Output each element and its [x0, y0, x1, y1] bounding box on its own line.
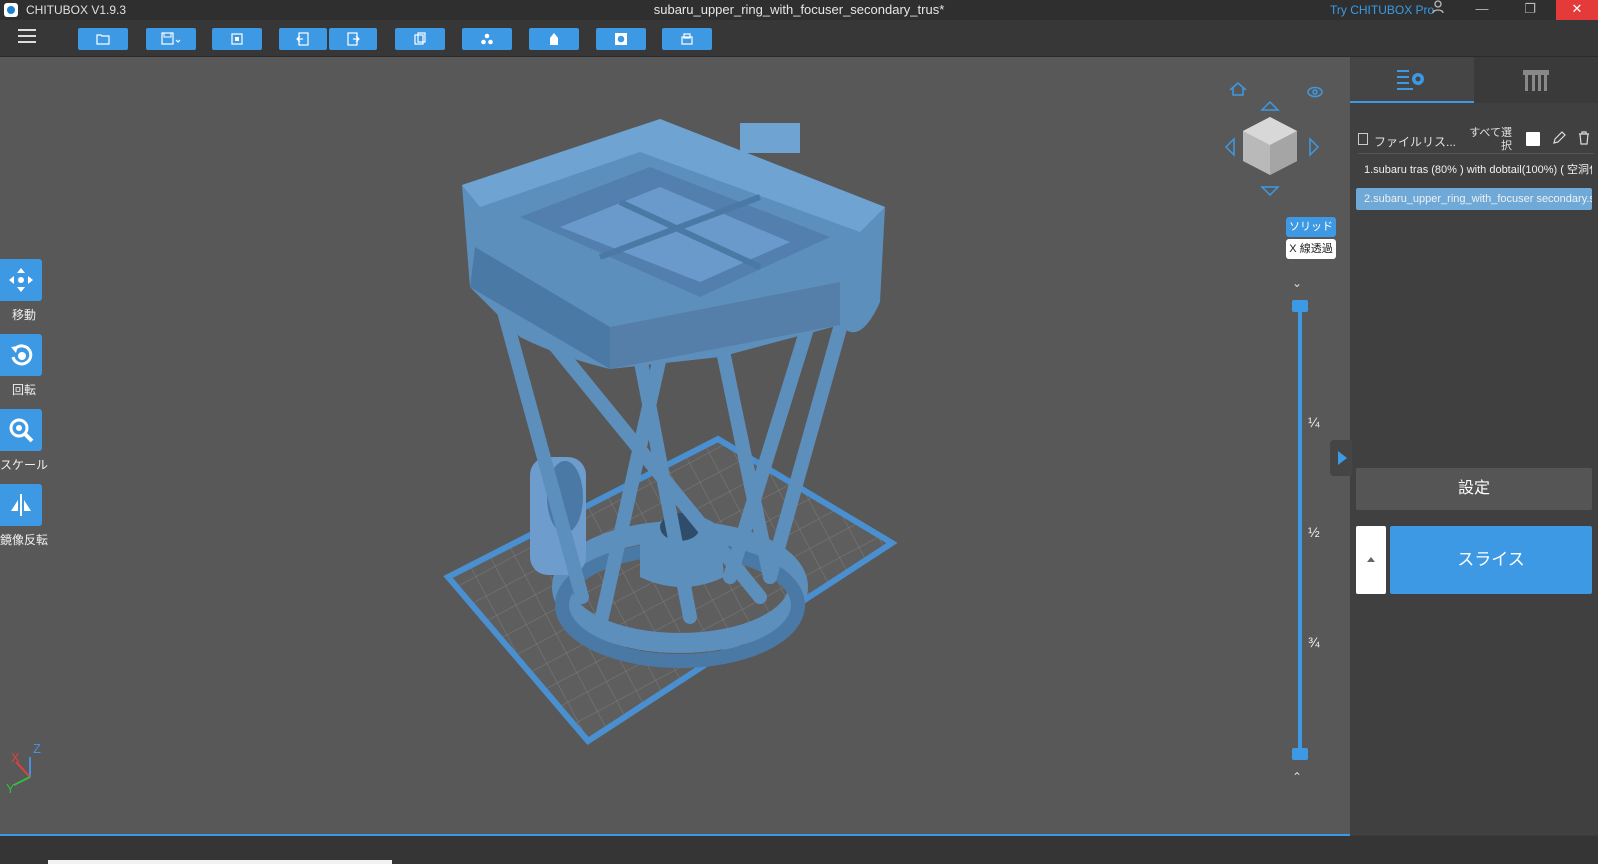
save-button[interactable] — [146, 28, 196, 50]
tab-supports[interactable] — [1474, 57, 1598, 103]
status-progress-field — [48, 860, 392, 864]
svg-text:X: X — [11, 750, 20, 765]
mirror-icon — [11, 494, 31, 516]
slider-tick-three-quarter: ¾ — [1308, 634, 1320, 650]
rotate-icon — [11, 344, 33, 366]
view-cube[interactable] — [1243, 117, 1297, 175]
import-icon — [296, 32, 309, 46]
arrange-button[interactable] — [462, 28, 512, 50]
settings-button[interactable]: 設定 — [1356, 468, 1592, 510]
status-bar — [0, 836, 1598, 864]
export-button[interactable] — [329, 28, 377, 50]
upper-ring — [462, 119, 885, 369]
chevron-down-icon[interactable]: ⌄ — [1292, 276, 1302, 290]
folder-icon — [96, 34, 110, 45]
rotate-label: 回転 — [11, 383, 36, 397]
svg-text:Z: Z — [33, 741, 41, 756]
save-icon — [161, 32, 181, 45]
slider-tick-quarter: ¼ — [1308, 414, 1320, 430]
file-icon — [1358, 133, 1368, 145]
maximize-button[interactable]: ❐ — [1510, 0, 1550, 20]
copy-icon — [414, 32, 426, 45]
xray-view-button[interactable]: X 線透過 — [1286, 239, 1336, 259]
list-gear-icon — [1397, 70, 1424, 90]
auto-layout-button[interactable] — [212, 28, 262, 50]
file-list-header: ファイルリス... すべて選択 — [1358, 127, 1594, 152]
tab-settings[interactable] — [1350, 57, 1474, 103]
import-button[interactable] — [279, 28, 327, 50]
title-bar: CHITUBOX V1.9.3 subaru_upper_ring_with_f… — [0, 0, 1598, 20]
right-panel: ファイルリス... すべて選択 1.subaru tras (80% ) wit… — [1350, 57, 1598, 835]
minimize-button[interactable]: — — [1462, 0, 1502, 20]
support-icon — [550, 33, 558, 45]
model-scene: Z X Y — [6, 82, 1323, 796]
close-button[interactable]: ✕ — [1556, 0, 1598, 20]
export-icon — [347, 32, 360, 46]
hollow-button[interactable] — [596, 28, 646, 50]
scale-icon — [9, 418, 34, 443]
file-row-1[interactable]: 1.subaru tras (80% ) with dobtail(100%) … — [1356, 159, 1592, 181]
move-label: 移動 — [11, 308, 36, 322]
solid-view-button[interactable]: ソリッド — [1286, 217, 1336, 237]
edit-icon[interactable] — [1552, 131, 1566, 145]
3d-viewport[interactable]: Z X Y — [0, 57, 1350, 835]
molecule-icon — [481, 33, 493, 45]
layer-slider-top-handle[interactable] — [1292, 300, 1308, 312]
slice-button[interactable]: スライス — [1390, 526, 1592, 594]
chevron-up-icon[interactable]: ⌃ — [1292, 770, 1302, 784]
trash-icon[interactable] — [1578, 131, 1590, 145]
slider-tick-half: ½ — [1308, 524, 1320, 540]
place-button[interactable] — [662, 28, 712, 50]
select-all-checkbox[interactable] — [1526, 132, 1540, 146]
layer-slider-track[interactable] — [1298, 308, 1302, 754]
panel-tabs — [1350, 57, 1598, 103]
hollow-icon — [615, 33, 627, 45]
toolbar — [0, 20, 1598, 57]
svg-text:Y: Y — [6, 781, 15, 796]
divider — [1358, 153, 1594, 154]
scale-label: スケール — [0, 458, 49, 472]
print-icon — [681, 33, 693, 45]
select-all-label: すべて選択 — [1469, 127, 1512, 152]
move-icon — [9, 268, 33, 292]
try-pro-link[interactable]: Try CHITUBOX Pro — [1330, 3, 1434, 17]
support-structure-icon — [1523, 70, 1549, 91]
open-file-button[interactable] — [78, 28, 128, 50]
support-button[interactable] — [529, 28, 579, 50]
panel-collapse-toggle[interactable] — [1330, 440, 1352, 476]
file-list-label: ファイルリス... — [1374, 135, 1457, 149]
slice-options-button[interactable] — [1356, 526, 1386, 594]
layer-slider-bottom-handle[interactable] — [1292, 748, 1308, 760]
mirror-label: 鏡像反転 — [0, 533, 49, 547]
hamburger-menu-icon[interactable] — [18, 29, 36, 45]
duplicate-button[interactable] — [395, 28, 445, 50]
axis-indicator: Z X Y — [6, 741, 41, 796]
user-icon[interactable] — [1428, 0, 1448, 20]
layout-icon — [231, 33, 243, 45]
file-row-2[interactable]: 2.subaru_upper_ring_with_focuser seconda… — [1356, 188, 1592, 210]
